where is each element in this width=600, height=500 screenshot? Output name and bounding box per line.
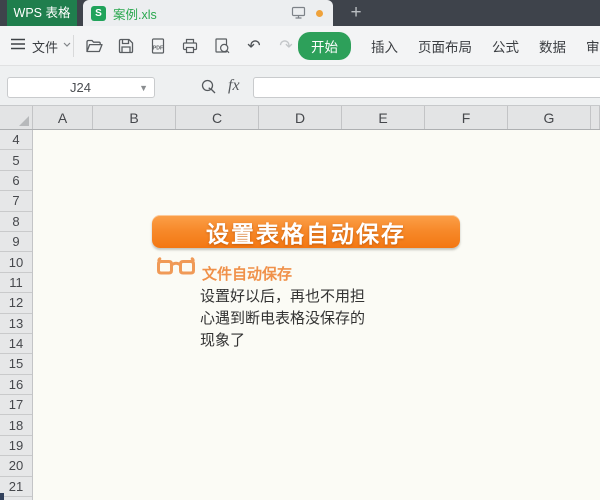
row-headers: 45678910111213141516171819202122	[0, 130, 33, 500]
redo-icon[interactable]: ↷	[276, 36, 296, 56]
wps-sheet-icon: S	[91, 5, 106, 21]
bottom-left-artifact	[0, 493, 4, 500]
namebox-caret-icon[interactable]: ▼	[139, 83, 154, 93]
share-monitor-icon[interactable]	[291, 6, 306, 20]
row-header-9[interactable]: 9	[0, 232, 32, 253]
fx-icon[interactable]: fx	[228, 77, 240, 95]
ribbon-tab-页面布局[interactable]: 页面布局	[418, 36, 472, 56]
select-all-corner[interactable]	[0, 106, 33, 129]
column-header-E[interactable]: E	[342, 106, 425, 129]
quick-access-toolbar: PDF ↶ ↷	[84, 26, 328, 66]
column-header-F[interactable]: F	[425, 106, 508, 129]
row-header-6[interactable]: 6	[0, 171, 32, 192]
ribbon-tab-审阅[interactable]: 审阅	[586, 36, 600, 56]
row-header-17[interactable]: 17	[0, 395, 32, 416]
column-header-B[interactable]: B	[93, 106, 176, 129]
print-icon[interactable]	[180, 36, 200, 56]
ribbon-tab-公式[interactable]: 公式	[492, 36, 519, 56]
cell-name-box[interactable]: J24 ▼	[7, 77, 155, 98]
undo-icon[interactable]: ↶	[244, 36, 264, 56]
row-header-4[interactable]: 4	[0, 130, 32, 151]
titlebar: WPS 表格 S 案例.xls +	[0, 0, 600, 26]
column-header-A[interactable]: A	[33, 106, 93, 129]
row-header-12[interactable]: 12	[0, 293, 32, 314]
formula-bar: J24 ▼ fx	[0, 66, 600, 106]
formula-input[interactable]	[253, 77, 600, 98]
ribbon-tab-数据[interactable]: 数据	[539, 36, 566, 56]
row-header-8[interactable]: 8	[0, 212, 32, 232]
row-header-20[interactable]: 20	[0, 456, 32, 477]
row-header-18[interactable]: 18	[0, 415, 32, 436]
ribbon-tabs: 开始插入页面布局公式数据审阅	[298, 26, 600, 66]
glasses-icon	[155, 255, 197, 288]
body-line: 现象了	[200, 332, 246, 349]
ribbon-tab-开始[interactable]: 开始	[298, 32, 351, 60]
row-header-14[interactable]: 14	[0, 334, 32, 355]
svg-text:PDF: PDF	[153, 46, 163, 52]
chevron-down-icon	[62, 35, 72, 58]
column-headers: ABCDEFG	[0, 106, 600, 130]
row-header-13[interactable]: 13	[0, 314, 32, 334]
print-preview-icon[interactable]	[212, 36, 232, 56]
toolbar-divider	[73, 35, 74, 57]
open-folder-icon[interactable]	[84, 36, 104, 56]
body-line: 心遇到断电表格没保存的	[200, 310, 366, 327]
file-menu-label: 文件	[32, 39, 59, 55]
export-pdf-icon[interactable]: PDF	[148, 36, 168, 56]
row-header-19[interactable]: 19	[0, 436, 32, 457]
column-header-C[interactable]: C	[176, 106, 259, 129]
row-header-11[interactable]: 11	[0, 273, 32, 294]
ribbon-tab-插入[interactable]: 插入	[371, 36, 398, 56]
row-header-15[interactable]: 15	[0, 354, 32, 375]
row-header-5[interactable]: 5	[0, 150, 32, 171]
menubar: 文件 PDF ↶ ↷ 开始插入页面布局公式数据审阅	[0, 26, 600, 66]
wps-brand-button[interactable]: WPS 表格	[7, 0, 77, 26]
body-line: 设置好以后，再也不用担	[200, 288, 366, 305]
row-header-21[interactable]: 21	[0, 477, 32, 498]
row-header-7[interactable]: 7	[0, 191, 32, 212]
column-header-filler	[591, 106, 600, 129]
row-header-10[interactable]: 10	[0, 252, 32, 273]
save-icon[interactable]	[116, 36, 136, 56]
banner: 设置表格自动保存	[152, 215, 460, 248]
body-text: 设置好以后，再也不用担 心遇到断电表格没保存的 现象了	[200, 286, 365, 352]
select-all-triangle-icon	[19, 116, 29, 126]
row-header-16[interactable]: 16	[0, 375, 32, 396]
unsaved-dot-icon	[316, 9, 323, 17]
column-header-D[interactable]: D	[259, 106, 342, 129]
document-tab[interactable]: S 案例.xls	[83, 0, 333, 26]
hamburger-icon	[10, 37, 26, 56]
cell-reference: J24	[70, 80, 92, 95]
banner-title: 设置表格自动保存	[206, 220, 406, 247]
document-tab-title: 案例.xls	[113, 7, 157, 22]
column-header-G[interactable]: G	[508, 106, 591, 129]
search-icon[interactable]	[200, 78, 217, 100]
section-heading: 文件自动保存	[202, 266, 293, 283]
file-menu[interactable]: 文件	[10, 26, 72, 66]
new-tab-button[interactable]: +	[344, 1, 368, 25]
